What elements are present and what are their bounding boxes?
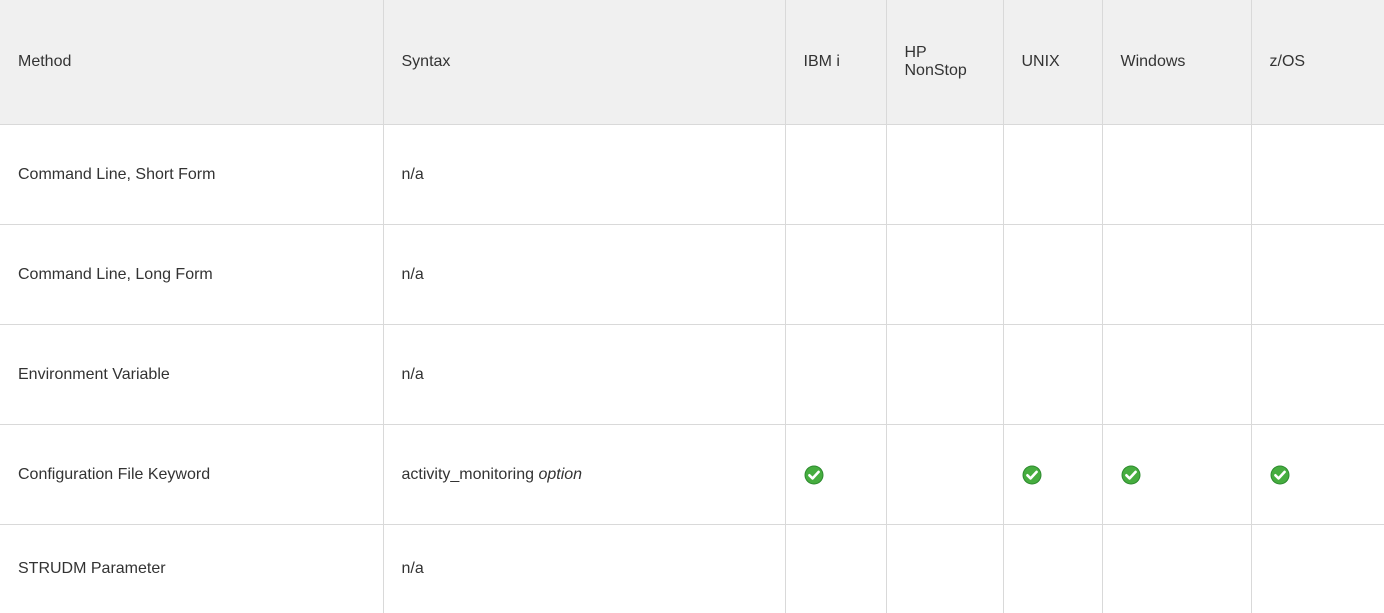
ibmi-cell <box>785 525 886 613</box>
syntax-cell: n/a <box>383 525 785 613</box>
header-hp-line2: NonStop <box>905 62 967 79</box>
windows-cell <box>1102 125 1251 225</box>
check-circle-icon <box>1270 465 1290 485</box>
method-cell: STRUDM Parameter <box>0 525 383 613</box>
windows-cell <box>1102 525 1251 613</box>
zos-cell <box>1251 225 1384 325</box>
header-method: Method <box>0 0 383 125</box>
hp-nonstop-cell <box>886 425 1003 525</box>
header-row: Method Syntax IBM i HPNonStop UNIX Windo… <box>0 0 1384 125</box>
header-hp-nonstop: HPNonStop <box>886 0 1003 125</box>
ibmi-cell <box>785 425 886 525</box>
methods-table: Method Syntax IBM i HPNonStop UNIX Windo… <box>0 0 1384 613</box>
windows-cell <box>1102 225 1251 325</box>
zos-cell <box>1251 525 1384 613</box>
header-syntax: Syntax <box>383 0 785 125</box>
table-row: STRUDM Parameter n/a <box>0 525 1384 613</box>
method-cell: Command Line, Long Form <box>0 225 383 325</box>
header-ibmi: IBM i <box>785 0 886 125</box>
windows-cell <box>1102 325 1251 425</box>
hp-nonstop-cell <box>886 525 1003 613</box>
method-cell: Environment Variable <box>0 325 383 425</box>
table-row: Configuration File Keyword activity_moni… <box>0 425 1384 525</box>
unix-cell <box>1003 425 1102 525</box>
zos-cell <box>1251 125 1384 225</box>
syntax-cell: n/a <box>383 125 785 225</box>
syntax-cell: n/a <box>383 225 785 325</box>
syntax-option: option <box>538 466 582 483</box>
table-row: Command Line, Long Form n/a <box>0 225 1384 325</box>
ibmi-cell <box>785 225 886 325</box>
zos-cell <box>1251 325 1384 425</box>
unix-cell <box>1003 225 1102 325</box>
header-windows: Windows <box>1102 0 1251 125</box>
zos-cell <box>1251 425 1384 525</box>
check-circle-icon <box>1121 465 1141 485</box>
windows-cell <box>1102 425 1251 525</box>
method-cell: Configuration File Keyword <box>0 425 383 525</box>
hp-nonstop-cell <box>886 225 1003 325</box>
ibmi-cell <box>785 325 886 425</box>
unix-cell <box>1003 525 1102 613</box>
check-circle-icon <box>804 465 824 485</box>
ibmi-cell <box>785 125 886 225</box>
method-cell: Command Line, Short Form <box>0 125 383 225</box>
syntax-keyword: activity_monitoring <box>402 466 535 483</box>
hp-nonstop-cell <box>886 325 1003 425</box>
check-circle-icon <box>1022 465 1042 485</box>
table-row: Environment Variable n/a <box>0 325 1384 425</box>
header-hp-line1: HP <box>905 44 927 61</box>
unix-cell <box>1003 325 1102 425</box>
unix-cell <box>1003 125 1102 225</box>
hp-nonstop-cell <box>886 125 1003 225</box>
syntax-cell: activity_monitoring option <box>383 425 785 525</box>
header-zos: z/OS <box>1251 0 1384 125</box>
syntax-cell: n/a <box>383 325 785 425</box>
table-row: Command Line, Short Form n/a <box>0 125 1384 225</box>
header-unix: UNIX <box>1003 0 1102 125</box>
